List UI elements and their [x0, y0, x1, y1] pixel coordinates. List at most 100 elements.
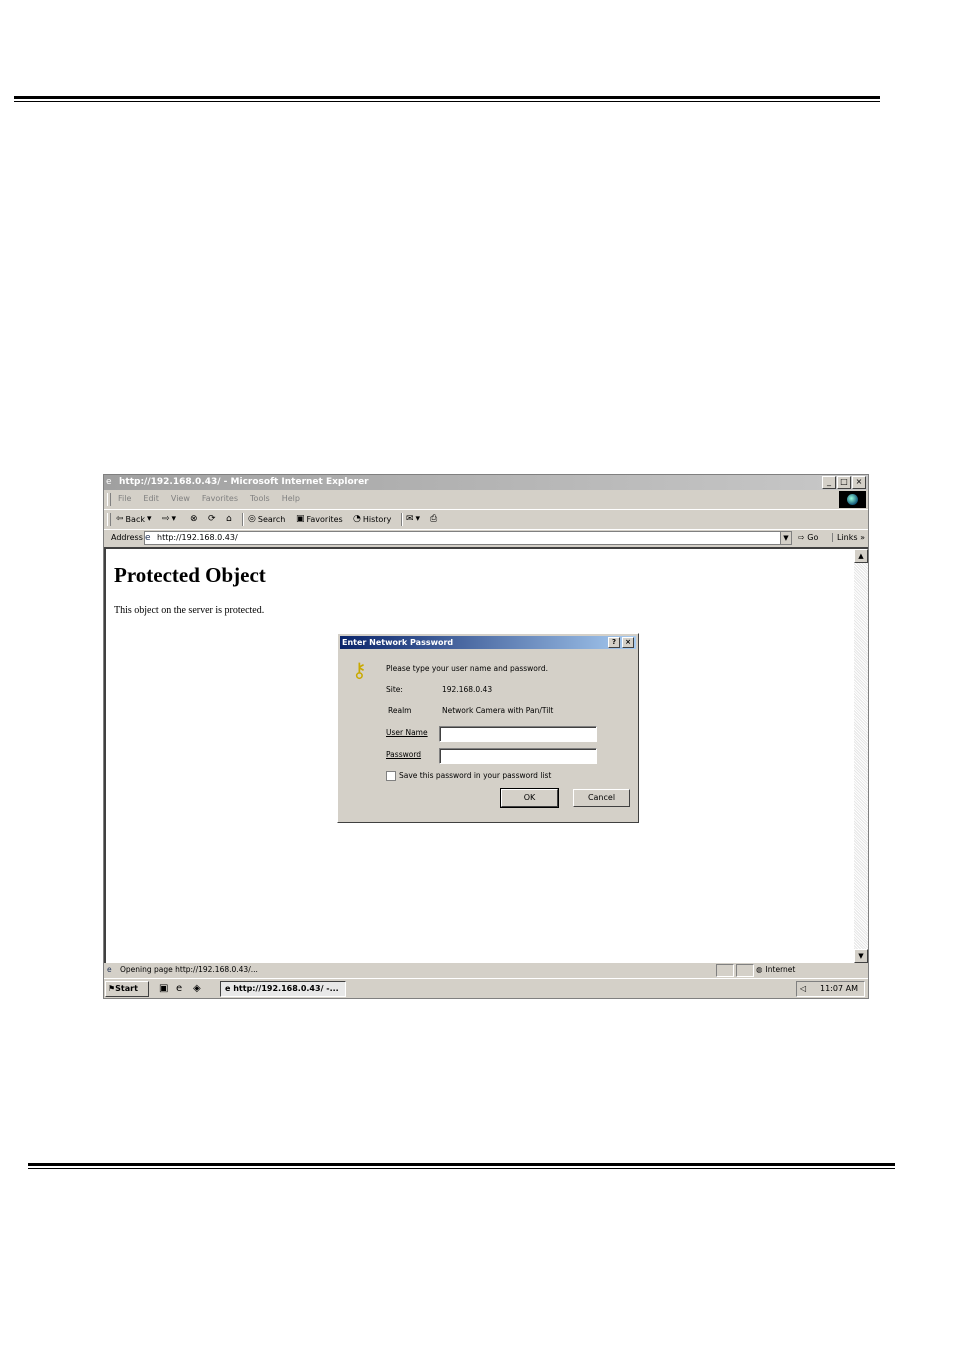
- scroll-up-icon[interactable]: ▲: [854, 549, 868, 563]
- start-label: Start: [115, 984, 138, 993]
- search-label: Search: [257, 514, 286, 524]
- save-password-checkbox[interactable]: [386, 771, 396, 781]
- menu-edit[interactable]: Edit: [143, 494, 159, 503]
- home-button[interactable]: ⌂: [226, 514, 232, 524]
- favorites-button[interactable]: ▣ Favorites: [296, 514, 343, 524]
- start-button[interactable]: ⚑Start: [105, 981, 149, 997]
- volume-icon[interactable]: ◁: [800, 982, 806, 996]
- dialog-close-button[interactable]: ×: [622, 637, 634, 648]
- page-loading-icon: e: [107, 965, 112, 974]
- restore-button[interactable]: □: [837, 476, 851, 489]
- chevron-down-icon: ▾: [415, 514, 421, 524]
- stop-button[interactable]: ⊗: [190, 514, 198, 524]
- back-label: Back: [125, 514, 145, 524]
- keys-icon: ⚷: [352, 658, 367, 682]
- taskbar: ⚑Start ▣ e ◈ e http://192.168.0.43/ -...…: [104, 978, 868, 998]
- address-bar: Address e http://192.168.0.43/ ▼ ⇨ Go Lin…: [104, 529, 868, 546]
- page-text: This object on the server is protected.: [114, 605, 265, 616]
- toolbar-separator: [242, 513, 244, 526]
- menu-file[interactable]: File: [118, 494, 131, 503]
- favorites-label: Favorites: [306, 514, 343, 524]
- status-text: Opening page http://192.168.0.43/...: [120, 965, 258, 974]
- ie-quicklaunch-icon[interactable]: e: [176, 983, 182, 994]
- menu-help[interactable]: Help: [282, 494, 300, 503]
- print-icon: ⎙: [430, 514, 438, 524]
- security-zone: ◍ Internet: [756, 963, 795, 976]
- address-input[interactable]: e http://192.168.0.43/ ▼: [144, 531, 792, 545]
- zone-label: Internet: [765, 965, 796, 974]
- browser-screenshot: e http://192.168.0.43/ - Microsoft Inter…: [103, 474, 869, 999]
- site-label: Site:: [386, 685, 403, 694]
- toolbar-grip: [107, 513, 111, 526]
- history-button[interactable]: ◔ History: [353, 514, 391, 524]
- windows-logo-icon: [839, 491, 866, 508]
- menu-grip: [107, 493, 111, 506]
- forward-button[interactable]: ⇨ ▾: [162, 514, 176, 524]
- desktop-icon[interactable]: ▣: [159, 983, 168, 994]
- print-button[interactable]: ⎙: [430, 514, 437, 524]
- task-button[interactable]: e http://192.168.0.43/ -...: [220, 981, 346, 997]
- page-heading: Protected Object: [114, 563, 266, 587]
- status-pane: [736, 964, 754, 977]
- chevron-down-icon: ▾: [146, 514, 152, 524]
- scroll-down-icon[interactable]: ▼: [854, 949, 868, 963]
- password-field[interactable]: [439, 748, 597, 764]
- username-label: User Name: [386, 728, 428, 737]
- links-button[interactable]: Links »: [832, 533, 865, 542]
- cancel-button[interactable]: Cancel: [573, 789, 630, 807]
- stop-icon: ⊗: [190, 514, 198, 524]
- back-button[interactable]: ⇦ Back ▾: [116, 514, 152, 524]
- page-icon: e: [145, 533, 151, 543]
- search-icon: ◎: [248, 514, 256, 524]
- dialog-title-bar: Enter Network Password ? ×: [340, 636, 636, 649]
- go-button[interactable]: ⇨ Go: [798, 533, 818, 542]
- save-password-label: Save this password in your password list: [399, 771, 552, 780]
- globe-icon: ◍: [756, 965, 763, 974]
- dialog-title: Enter Network Password: [342, 638, 454, 647]
- password-dialog: Enter Network Password ? × ⚷ Please type…: [337, 633, 639, 823]
- title-bar: e http://192.168.0.43/ - Microsoft Inter…: [104, 475, 868, 490]
- top-rule: [14, 96, 880, 102]
- refresh-icon: ⟳: [208, 514, 216, 524]
- search-button[interactable]: ◎ Search: [248, 514, 285, 524]
- go-label: Go: [807, 533, 819, 542]
- address-url: http://192.168.0.43/: [157, 533, 238, 542]
- username-field[interactable]: [439, 726, 597, 742]
- links-label: Links: [837, 533, 858, 542]
- status-bar: e Opening page http://192.168.0.43/... ◍…: [104, 963, 868, 977]
- minimize-button[interactable]: _: [822, 476, 836, 489]
- channels-icon[interactable]: ◈: [193, 983, 201, 994]
- vertical-scrollbar[interactable]: ▲ ▼: [854, 549, 868, 963]
- favorites-icon: ▣: [296, 514, 305, 524]
- help-button[interactable]: ?: [608, 637, 620, 648]
- address-label: Address: [111, 533, 143, 542]
- page-viewport: Protected Object This object on the serv…: [104, 547, 868, 963]
- ok-button[interactable]: OK: [500, 788, 559, 808]
- realm-label: Realm: [388, 706, 412, 715]
- chevron-right-icon: »: [860, 533, 866, 542]
- chevron-down-icon: ▾: [171, 514, 177, 524]
- task-label: http://192.168.0.43/ -...: [233, 984, 339, 993]
- address-dropdown-button[interactable]: ▼: [780, 532, 791, 544]
- forward-arrow-icon: ⇨: [162, 514, 170, 524]
- menu-favorites[interactable]: Favorites: [202, 494, 238, 503]
- window-title: http://192.168.0.43/ - Microsoft Interne…: [119, 477, 369, 487]
- menu-tools[interactable]: Tools: [250, 494, 270, 503]
- status-pane: [716, 964, 734, 977]
- clock: 11:07 AM: [820, 984, 858, 993]
- back-arrow-icon: ⇦: [116, 514, 124, 524]
- bottom-rule: [28, 1163, 895, 1169]
- mail-button[interactable]: ✉ ▾: [406, 514, 420, 524]
- menu-bar: File Edit View Favorites Tools Help: [104, 491, 868, 508]
- toolbar-separator: [401, 513, 403, 526]
- realm-value: Network Camera with Pan/Tilt: [442, 706, 554, 715]
- go-arrow-icon: ⇨: [798, 533, 805, 542]
- mail-icon: ✉: [406, 514, 414, 524]
- menu-view[interactable]: View: [171, 494, 190, 503]
- close-button[interactable]: ×: [852, 476, 866, 489]
- task-icon: e: [225, 984, 231, 993]
- refresh-button[interactable]: ⟳: [208, 514, 216, 524]
- history-icon: ◔: [353, 514, 361, 524]
- dialog-prompt: Please type your user name and password.: [386, 664, 548, 673]
- site-value: 192.168.0.43: [442, 685, 493, 694]
